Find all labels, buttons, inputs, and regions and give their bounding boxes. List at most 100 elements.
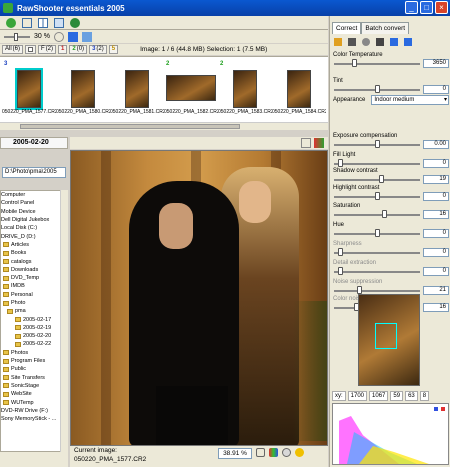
- tab-batch-convert[interactable]: Batch convert: [361, 22, 410, 34]
- redo-icon[interactable]: [404, 38, 412, 46]
- sort-icon[interactable]: [81, 31, 92, 42]
- tree-item[interactable]: Computer: [1, 191, 67, 199]
- globe-icon[interactable]: [70, 17, 80, 28]
- fit-icon[interactable]: [256, 448, 265, 457]
- slider-knob[interactable]: [375, 85, 380, 93]
- layout-single-icon[interactable]: [22, 17, 32, 28]
- gear-icon[interactable]: [362, 38, 370, 46]
- image-viewer[interactable]: [70, 150, 328, 446]
- tree-item[interactable]: SonicStage: [1, 382, 67, 390]
- slider-knob[interactable]: [381, 210, 387, 218]
- adjustment-value[interactable]: 0: [423, 192, 449, 201]
- tree-item[interactable]: Public: [1, 365, 67, 373]
- tree-item[interactable]: WUTemp: [1, 398, 67, 406]
- slider-knob[interactable]: [356, 286, 362, 294]
- slider-knob[interactable]: [338, 267, 344, 275]
- thumbnail[interactable]: 050220_PMA_1581.CR2: [110, 61, 164, 119]
- camera-icon[interactable]: [376, 38, 384, 46]
- filter-all[interactable]: All (6): [2, 45, 24, 54]
- adjustment-value[interactable]: 0.00: [423, 140, 449, 149]
- green-status-icon[interactable]: [6, 17, 16, 28]
- tree-item[interactable]: Dell Digital Jukebox: [1, 216, 67, 224]
- tree-item[interactable]: 2005-02-20: [1, 332, 67, 340]
- slider-knob[interactable]: [338, 248, 344, 256]
- tree-item[interactable]: IMDB: [1, 282, 67, 290]
- undo-icon[interactable]: [390, 38, 398, 46]
- tree-item[interactable]: 2005-02-19: [1, 324, 67, 332]
- adjustment-value[interactable]: 0: [423, 159, 449, 168]
- slider-knob[interactable]: [379, 175, 385, 183]
- adjustment-value[interactable]: 0: [423, 229, 449, 238]
- slider-knob[interactable]: [352, 59, 358, 67]
- adjustment-value[interactable]: 21: [423, 286, 449, 295]
- adjustment-slider[interactable]: [334, 271, 420, 273]
- tree-item[interactable]: pma: [1, 307, 67, 315]
- tree-item[interactable]: Mobile Device: [1, 208, 67, 216]
- thumbnail[interactable]: 2 050220_PMA_1582.CR2: [164, 61, 218, 119]
- adjustment-slider[interactable]: [334, 214, 420, 216]
- tree-item[interactable]: Sony MemoryStick - ...: [1, 415, 67, 423]
- tab-correct[interactable]: Correct: [332, 22, 362, 34]
- tree-item[interactable]: Photo: [1, 299, 67, 307]
- adjustment-slider[interactable]: [334, 252, 420, 254]
- minimize-button[interactable]: _: [405, 1, 418, 14]
- tree-item[interactable]: 2005-02-17: [1, 315, 67, 323]
- adjustment-value[interactable]: 16: [423, 303, 449, 312]
- help-icon[interactable]: [295, 448, 304, 457]
- slider-knob[interactable]: [338, 159, 344, 167]
- thumbnail-scrollbar[interactable]: [0, 122, 328, 130]
- thumbnail[interactable]: 2 050220_PMA_1583.CR2: [218, 61, 272, 119]
- filter-flag[interactable]: F (2): [38, 45, 57, 54]
- appearance-select[interactable]: Indoor medium ▾: [371, 94, 449, 105]
- tree-item[interactable]: Local Disk (C:): [1, 224, 67, 232]
- slider-knob[interactable]: [375, 229, 380, 237]
- tree-item[interactable]: DVD-RW Drive (F:): [1, 407, 67, 415]
- tree-item[interactable]: 2005-02-22: [1, 340, 67, 348]
- filter-rating-3[interactable]: 3 (2): [89, 45, 107, 54]
- thumbnail[interactable]: 050220_PMA_1580.CR2: [56, 61, 110, 119]
- compare-icon[interactable]: [301, 138, 311, 148]
- adjustment-slider[interactable]: [334, 163, 420, 165]
- layout-grid-icon[interactable]: [54, 17, 64, 28]
- rotate-icon[interactable]: [53, 31, 64, 42]
- filter-unrated[interactable]: [25, 45, 37, 54]
- tree-item[interactable]: Site Transfers: [1, 374, 67, 382]
- adjustment-slider[interactable]: [334, 179, 420, 181]
- tree-item[interactable]: WebSite: [1, 390, 67, 398]
- folder-path-select[interactable]: D:\Photo\pma\2005: [2, 167, 66, 178]
- open-folder-icon[interactable]: [334, 38, 342, 46]
- tree-item[interactable]: Program Files: [1, 357, 67, 365]
- tree-item[interactable]: DVD_Temp: [1, 274, 67, 282]
- adjustment-value[interactable]: 0: [423, 248, 449, 257]
- filter-rating-1[interactable]: 1: [58, 45, 68, 54]
- tree-item[interactable]: Photos: [1, 349, 67, 357]
- eyedropper-icon[interactable]: [348, 38, 356, 46]
- viewer-zoom-field[interactable]: 38.91 %: [218, 448, 252, 459]
- flag-icon[interactable]: [67, 31, 78, 42]
- tree-item[interactable]: Downloads: [1, 266, 67, 274]
- folder-tree-scrollbar[interactable]: [60, 190, 68, 452]
- adjustment-value[interactable]: 0: [423, 267, 449, 276]
- adjustment-value[interactable]: 0: [423, 85, 449, 94]
- zoom-icon[interactable]: [282, 448, 291, 457]
- tree-item[interactable]: catalogs: [1, 257, 67, 265]
- tree-item[interactable]: Articles: [1, 241, 67, 249]
- navigator-thumbnail[interactable]: [358, 294, 420, 386]
- thumbnail[interactable]: 3 050220_PMA_1577.CR2: [2, 61, 56, 119]
- layout-split-icon[interactable]: [38, 17, 48, 28]
- filter-rating-5[interactable]: 5: [108, 45, 119, 54]
- flag-color-icon[interactable]: [314, 138, 324, 148]
- maximize-button[interactable]: □: [420, 1, 433, 14]
- tree-item[interactable]: DRIVE_D (D:): [1, 232, 67, 240]
- adjustment-value[interactable]: 19: [423, 175, 449, 184]
- close-button[interactable]: ×: [435, 1, 448, 14]
- adjustment-slider[interactable]: [334, 63, 420, 65]
- slider-knob[interactable]: [375, 192, 380, 200]
- adjustment-value[interactable]: 16: [423, 210, 449, 219]
- palette-icon[interactable]: [269, 448, 278, 457]
- thumbnail[interactable]: 050220_PMA_1584.CR2: [272, 61, 326, 119]
- thumb-size-slider[interactable]: [4, 32, 30, 41]
- adjustment-value[interactable]: 3650: [423, 59, 449, 68]
- tree-item[interactable]: Control Panel: [1, 199, 67, 207]
- tree-item[interactable]: Books: [1, 249, 67, 257]
